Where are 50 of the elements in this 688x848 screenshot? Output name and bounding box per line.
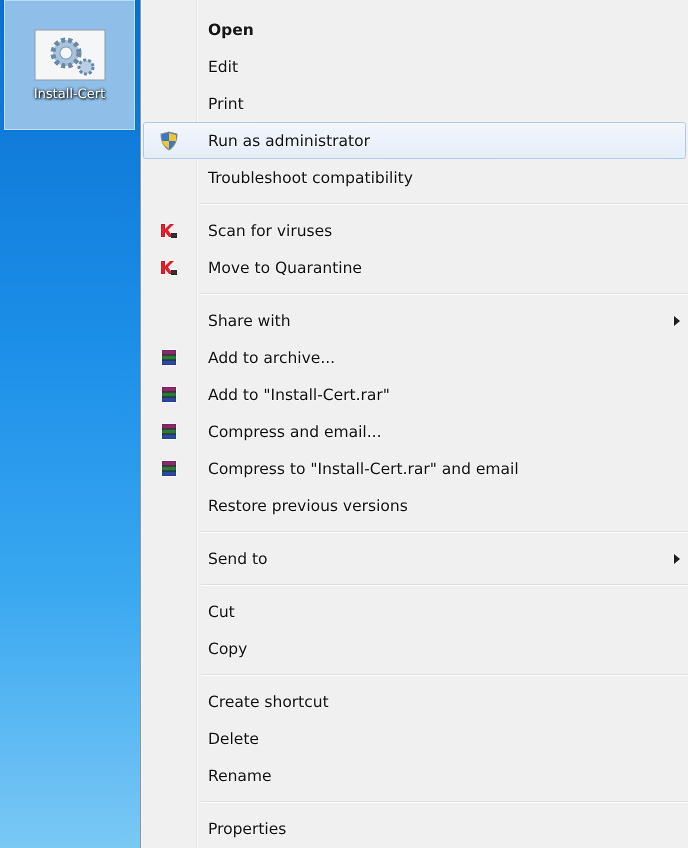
menu-item-label: Restore previous versions <box>208 496 408 514</box>
menu-item[interactable]: Compress and email... <box>143 413 686 450</box>
menu-item[interactable]: Restore previous versions <box>143 487 686 524</box>
books-stack-icon <box>160 386 178 404</box>
menu-item[interactable]: Add to archive... <box>143 339 686 376</box>
menu-item-label: Cut <box>208 602 235 620</box>
menu-item-label: Compress to "Install-Cert.rar" and email <box>208 460 519 478</box>
menu-item-label: Move to Quarantine <box>208 258 362 276</box>
gears-icon <box>34 28 106 80</box>
submenu-arrow-icon <box>674 316 680 326</box>
menu-item-label: Rename <box>208 766 272 784</box>
menu-item-label: Add to archive... <box>208 348 336 366</box>
menu-item[interactable]: Edit <box>143 48 686 85</box>
menu-item-label: Compress and email... <box>208 422 382 440</box>
menu-item-label: Run as administrator <box>208 132 370 150</box>
menu-item-label: Add to "Install-Cert.rar" <box>208 386 390 404</box>
menu-item[interactable]: Scan for viruses <box>143 212 686 249</box>
menu-item[interactable]: Create shortcut <box>143 683 686 720</box>
menu-item[interactable]: Delete <box>143 720 686 757</box>
menu-item[interactable]: Compress to "Install-Cert.rar" and email <box>143 450 686 487</box>
menu-item[interactable]: Troubleshoot compatibility <box>143 159 686 196</box>
menu-item-label: Delete <box>208 730 259 748</box>
menu-item-label: Share with <box>208 312 291 330</box>
menu-item-label: Create shortcut <box>208 692 329 710</box>
menu-item-label: Open <box>208 20 254 38</box>
menu-item-label: Properties <box>208 820 286 838</box>
menu-item[interactable]: Cut <box>143 593 686 630</box>
menu-item[interactable]: Send to <box>143 540 686 577</box>
menu-item[interactable]: Properties <box>143 810 686 847</box>
menu-item-label: Scan for viruses <box>208 222 332 240</box>
menu-item[interactable]: Run as administrator <box>143 122 686 159</box>
books-stack-icon <box>160 460 178 478</box>
books-stack-icon <box>160 348 178 366</box>
menu-item[interactable]: Add to "Install-Cert.rar" <box>143 376 686 413</box>
menu-item[interactable]: Share with <box>143 302 686 339</box>
menu-item[interactable]: Copy <box>143 630 686 667</box>
menu-item-label: Print <box>208 94 244 112</box>
menu-item-label: Copy <box>208 640 248 658</box>
books-stack-icon <box>160 422 178 440</box>
menu-item-label: Troubleshoot compatibility <box>208 168 413 186</box>
antivirus-icon <box>160 222 178 238</box>
menu-item[interactable]: Move to Quarantine <box>143 249 686 286</box>
menu-item[interactable]: Print <box>143 85 686 122</box>
shield-icon <box>160 130 178 150</box>
antivirus-icon <box>160 260 178 276</box>
menu-item-label: Send to <box>208 550 268 568</box>
menu-item[interactable]: Open <box>143 11 686 48</box>
submenu-arrow-icon <box>674 554 680 564</box>
menu-item[interactable]: Rename <box>143 757 686 794</box>
menu-item-label: Edit <box>208 58 238 76</box>
